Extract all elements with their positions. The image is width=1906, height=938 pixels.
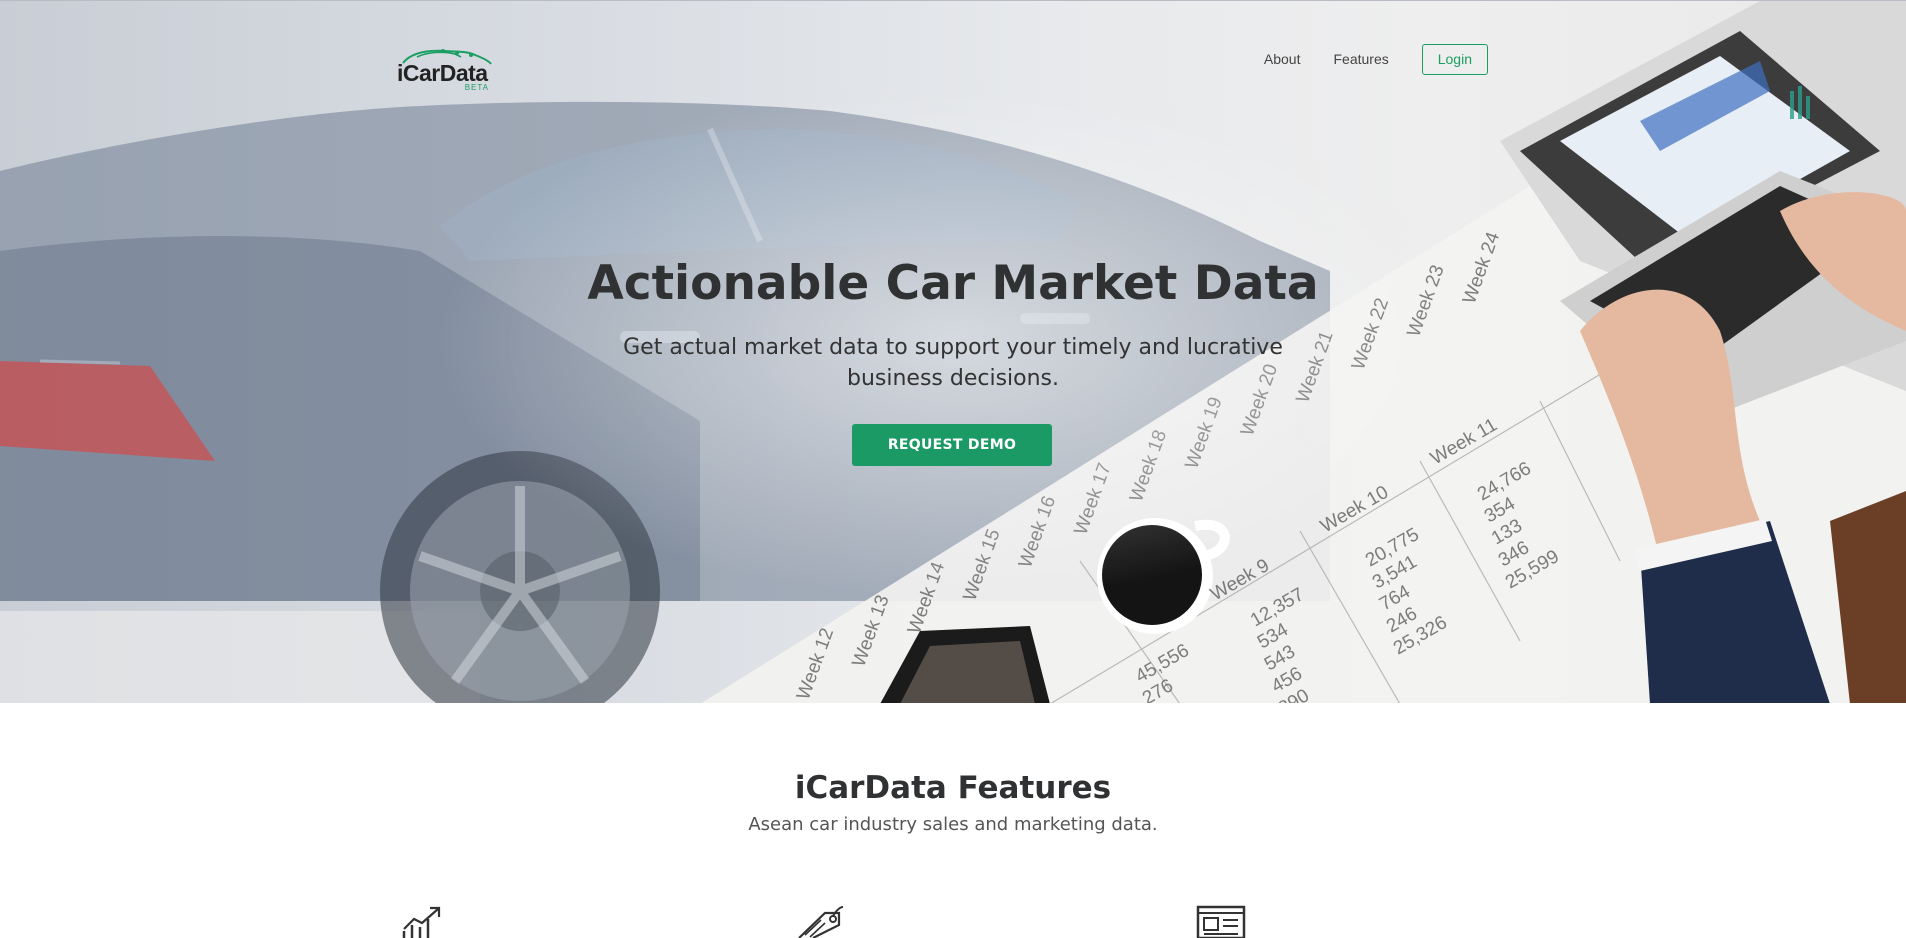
brand-beta-tag: BETA — [464, 83, 489, 92]
top-nav: About Features Login — [1264, 43, 1488, 75]
hero-subtitle: Get actual market data to support your t… — [623, 335, 1283, 391]
price-tag-icon — [798, 906, 844, 938]
chart-growth-icon — [402, 906, 441, 938]
login-button[interactable]: Login — [1421, 43, 1488, 75]
nav-link-about[interactable]: About — [1264, 51, 1301, 67]
hero-section: Week 12Week 13Week 14Week 15Week 16Week … — [0, 0, 1906, 703]
features-subtitle: Asean car industry sales and marketing d… — [748, 814, 1158, 835]
hero-title: Actionable Car Market Data — [587, 256, 1319, 311]
brand-logo[interactable]: iCarData BETA — [397, 47, 493, 93]
newspaper-icon — [1196, 905, 1246, 938]
nav-link-features[interactable]: Features — [1333, 51, 1388, 67]
request-demo-button[interactable]: REQUEST DEMO — [852, 424, 1052, 466]
features-title: iCarData Features — [794, 770, 1112, 806]
